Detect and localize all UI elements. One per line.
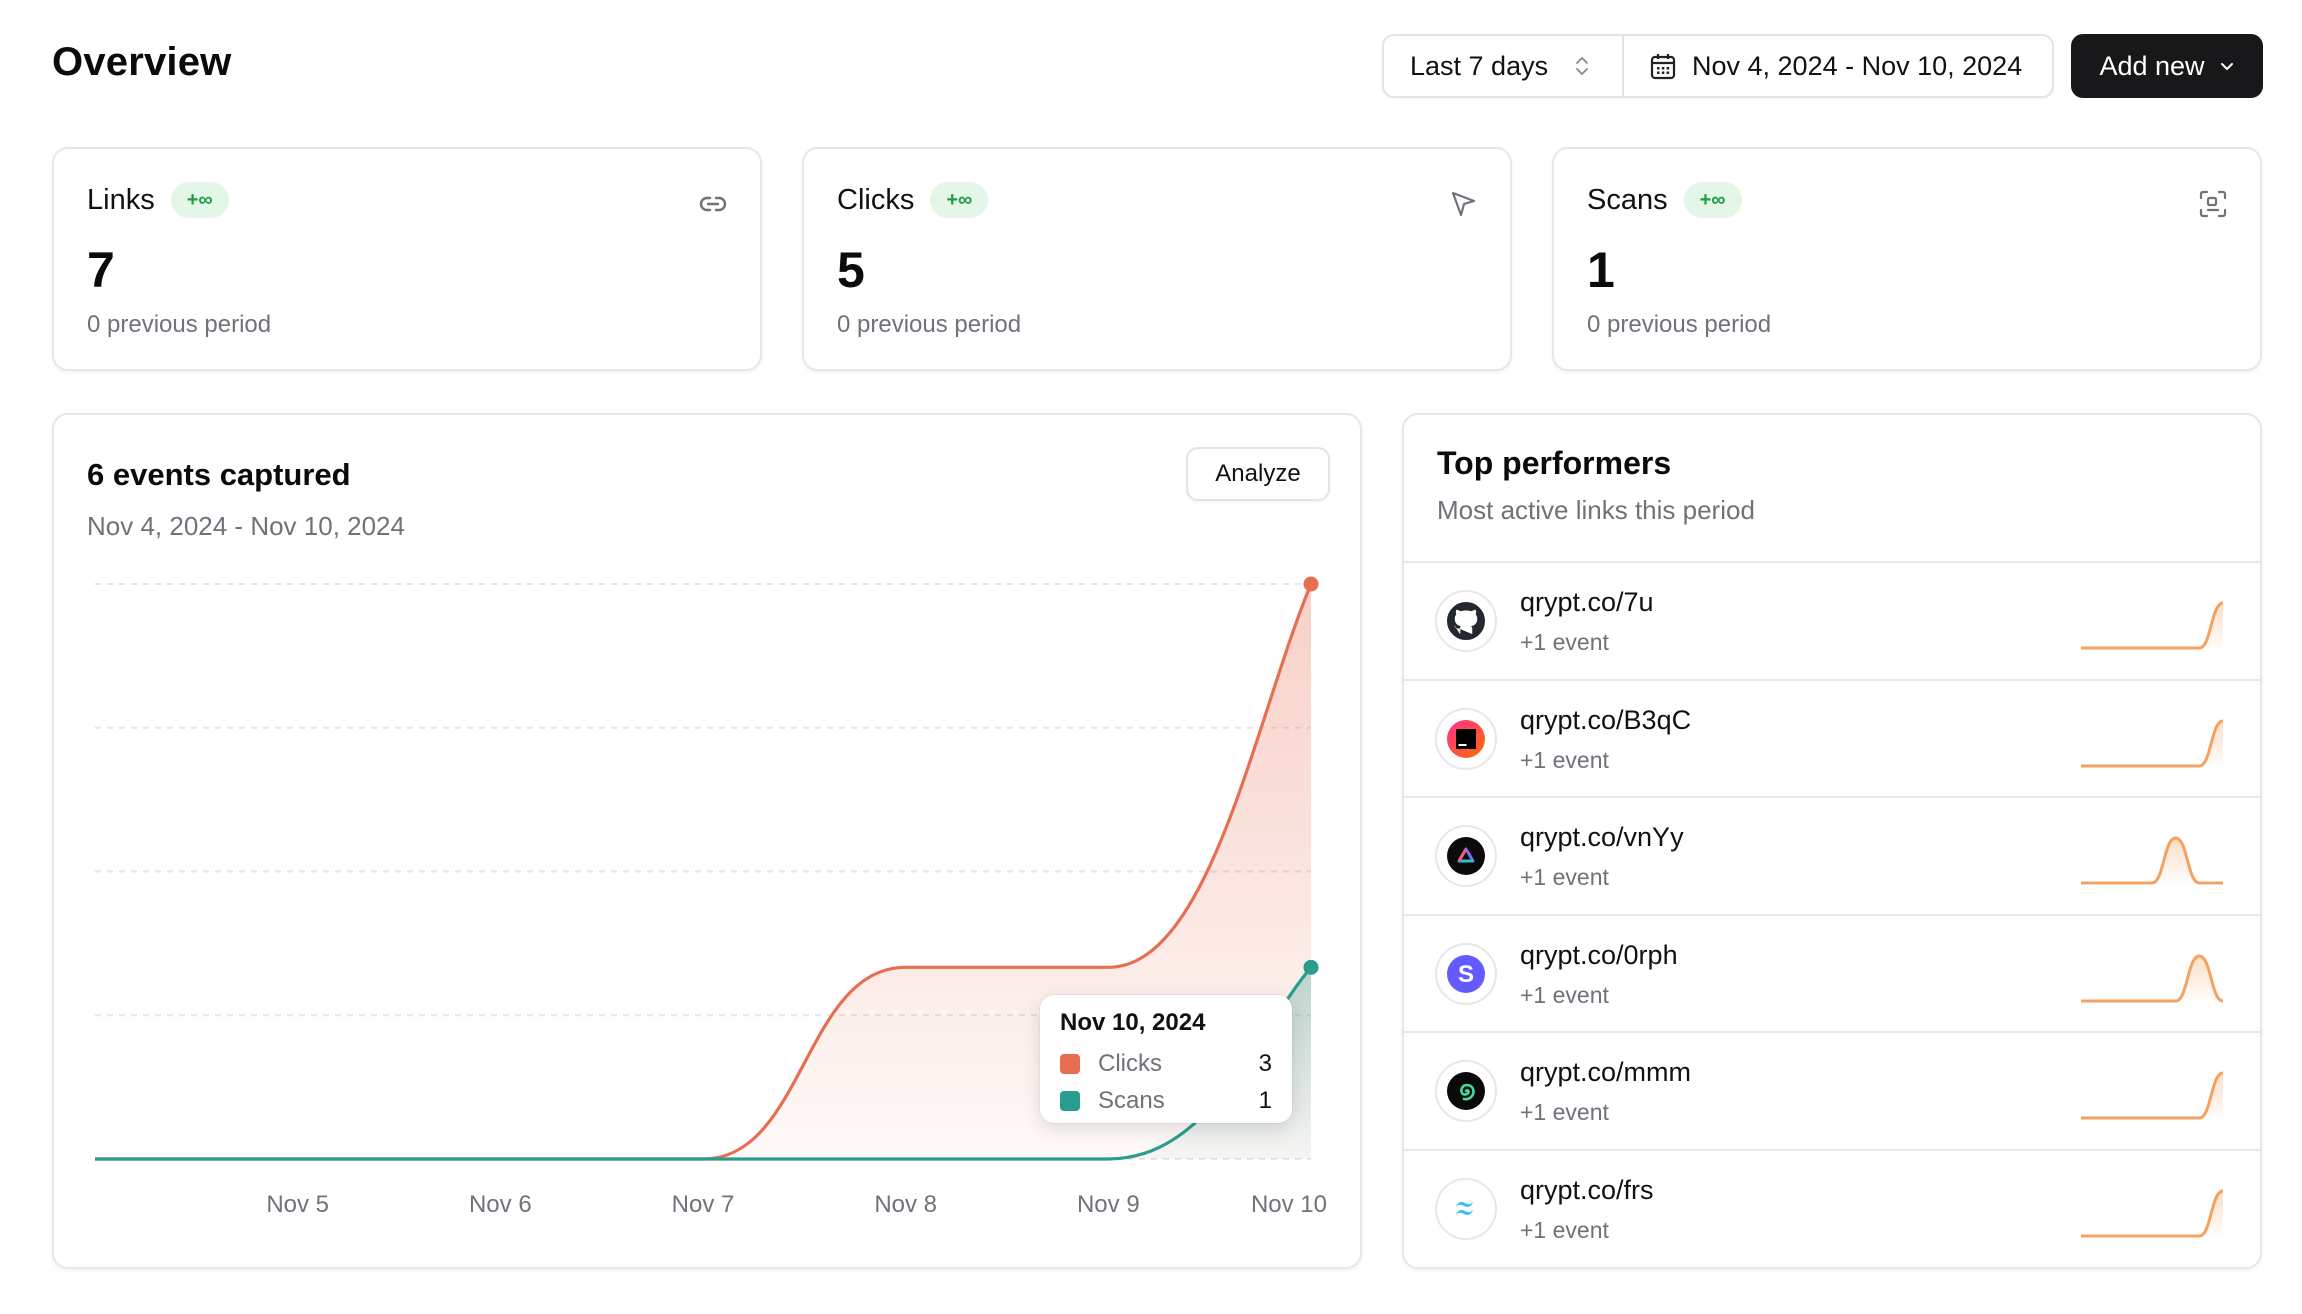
performer-link[interactable]: qrypt.co/mmm [1520, 1057, 1691, 1088]
chart-tooltip: Nov 10, 2024 Clicks 3 Scans 1 [1040, 995, 1292, 1123]
stat-value: 5 [837, 242, 865, 298]
tooltip-row-clicks: Clicks 3 [1060, 1045, 1272, 1082]
performer-link[interactable]: qrypt.co/frs [1520, 1175, 1654, 1206]
tooltip-row-scans: Scans 1 [1060, 1082, 1272, 1119]
stat-label: Scans [1587, 183, 1668, 216]
top-performers-title: Top performers [1437, 445, 1672, 481]
range-select[interactable]: Last 7 days [1384, 36, 1624, 96]
svg-text:S: S [1458, 961, 1474, 988]
change-badge: +∞ [930, 182, 989, 218]
top-performers-card: Top performers Most active links this pe… [1402, 413, 2262, 1269]
stat-label: Links [87, 183, 155, 216]
chart-subtitle: Nov 4, 2024 - Nov 10, 2024 [87, 511, 405, 541]
list-item[interactable]: qrypt.co/vnYy +1 event [1404, 798, 2260, 916]
range-select-value: Last 7 days [1410, 50, 1549, 81]
sparkline-area [2081, 838, 2223, 883]
stat-value: 1 [1587, 242, 1615, 298]
sparkline [2081, 1189, 2224, 1237]
list-item[interactable]: S qrypt.co/0rph +1 event [1404, 916, 2260, 1033]
add-new-button[interactable]: Add new [2071, 34, 2263, 98]
sparkline [2081, 601, 2224, 650]
tailwind-icon [1435, 1177, 1497, 1240]
page-title: Overview [52, 40, 232, 84]
stat-value: 7 [87, 242, 115, 298]
stat-card-clicks: Clicks +∞ 5 0 previous period [802, 147, 1512, 371]
sparkline-area [2081, 720, 2223, 766]
chevrons-up-down-icon [1576, 57, 1588, 75]
scan-icon [2199, 190, 2227, 218]
jetbrains-icon [1435, 707, 1497, 770]
change-badge: +∞ [170, 182, 229, 218]
stat-card-scans: Scans +∞ 1 0 previous period [1552, 147, 2262, 371]
date-range-value: Nov 4, 2024 - Nov 10, 2024 [1692, 50, 2023, 81]
sparkline [2081, 953, 2224, 1002]
sparkline [2081, 719, 2224, 767]
stat-label: Clicks [837, 183, 915, 216]
spiral-logo-icon [1435, 1060, 1497, 1122]
sparkline-area [2081, 603, 2223, 648]
stat-card-links: Links +∞ 7 0 previous period [52, 147, 762, 371]
top-performers-list: qrypt.co/7u +1 event qrypt.co/B3qC +1 ev… [1404, 561, 2260, 1268]
date-range-control: Last 7 days Nov 4, 2024 - Nov 10, 2024 [1382, 34, 2054, 98]
triangle-logo-icon [1435, 825, 1497, 887]
stat-previous: 0 previous period [837, 311, 1022, 338]
chart-title: 6 events captured [87, 457, 351, 492]
performer-link[interactable]: qrypt.co/7u [1520, 587, 1654, 618]
sparkline-line [2081, 836, 2223, 885]
sparkline [2081, 1071, 2224, 1120]
sparkline [2081, 836, 2223, 885]
sparkline-line [2081, 601, 2224, 650]
performer-events: +1 event [1520, 746, 1609, 773]
tooltip-date: Nov 10, 2024 [1060, 1009, 1206, 1036]
sparkline-line [2081, 719, 2224, 767]
chevron-down-icon [2220, 63, 2233, 70]
tooltip-series-value: 1 [1258, 1086, 1272, 1114]
performer-events: +1 event [1520, 864, 1609, 890]
list-item[interactable]: qrypt.co/frs +1 event [1404, 1151, 2260, 1268]
cursor-pointer-icon [1451, 191, 1476, 217]
sparkline-line [2081, 1189, 2224, 1237]
list-item[interactable]: qrypt.co/mmm +1 event [1404, 1033, 2260, 1151]
performer-events: +1 event [1520, 1216, 1609, 1243]
github-icon [1435, 590, 1497, 652]
change-badge: +∞ [1683, 182, 1742, 218]
analyze-button[interactable]: Analyze [1186, 447, 1330, 501]
tooltip-series-value: 3 [1258, 1049, 1272, 1077]
performer-link[interactable]: qrypt.co/B3qC [1520, 705, 1691, 736]
events-chart-card: 6 events captured Nov 4, 2024 - Nov 10, … [52, 413, 1362, 1269]
performer-link[interactable]: qrypt.co/0rph [1520, 940, 1678, 971]
sparkline-area [2081, 955, 2223, 1001]
stat-previous: 0 previous period [87, 311, 272, 338]
tooltip-series-name: Clicks [1098, 1049, 1162, 1077]
calendar-icon [1650, 54, 1676, 80]
performer-events: +1 event [1520, 629, 1609, 655]
clicks-swatch [1060, 1053, 1080, 1074]
stat-previous: 0 previous period [1587, 311, 1772, 338]
performer-link[interactable]: qrypt.co/vnYy [1520, 822, 1684, 853]
date-range-picker[interactable]: Nov 4, 2024 - Nov 10, 2024 [1624, 36, 2052, 96]
stripe-icon: S [1435, 942, 1497, 1005]
top-performers-subtitle: Most active links this period [1437, 495, 1755, 525]
sparkline-area [2081, 1190, 2223, 1236]
list-item[interactable]: qrypt.co/7u +1 event [1404, 563, 2260, 681]
performer-events: +1 event [1520, 981, 1609, 1008]
sparkline-area [2081, 1073, 2223, 1118]
link-icon [699, 196, 727, 212]
performer-events: +1 event [1520, 1099, 1609, 1125]
add-new-label: Add new [2099, 50, 2205, 81]
scans-swatch [1060, 1090, 1080, 1111]
list-item[interactable]: qrypt.co/B3qC +1 event [1404, 681, 2260, 798]
tooltip-series-name: Scans [1098, 1086, 1165, 1114]
sparkline-line [2081, 1071, 2224, 1120]
